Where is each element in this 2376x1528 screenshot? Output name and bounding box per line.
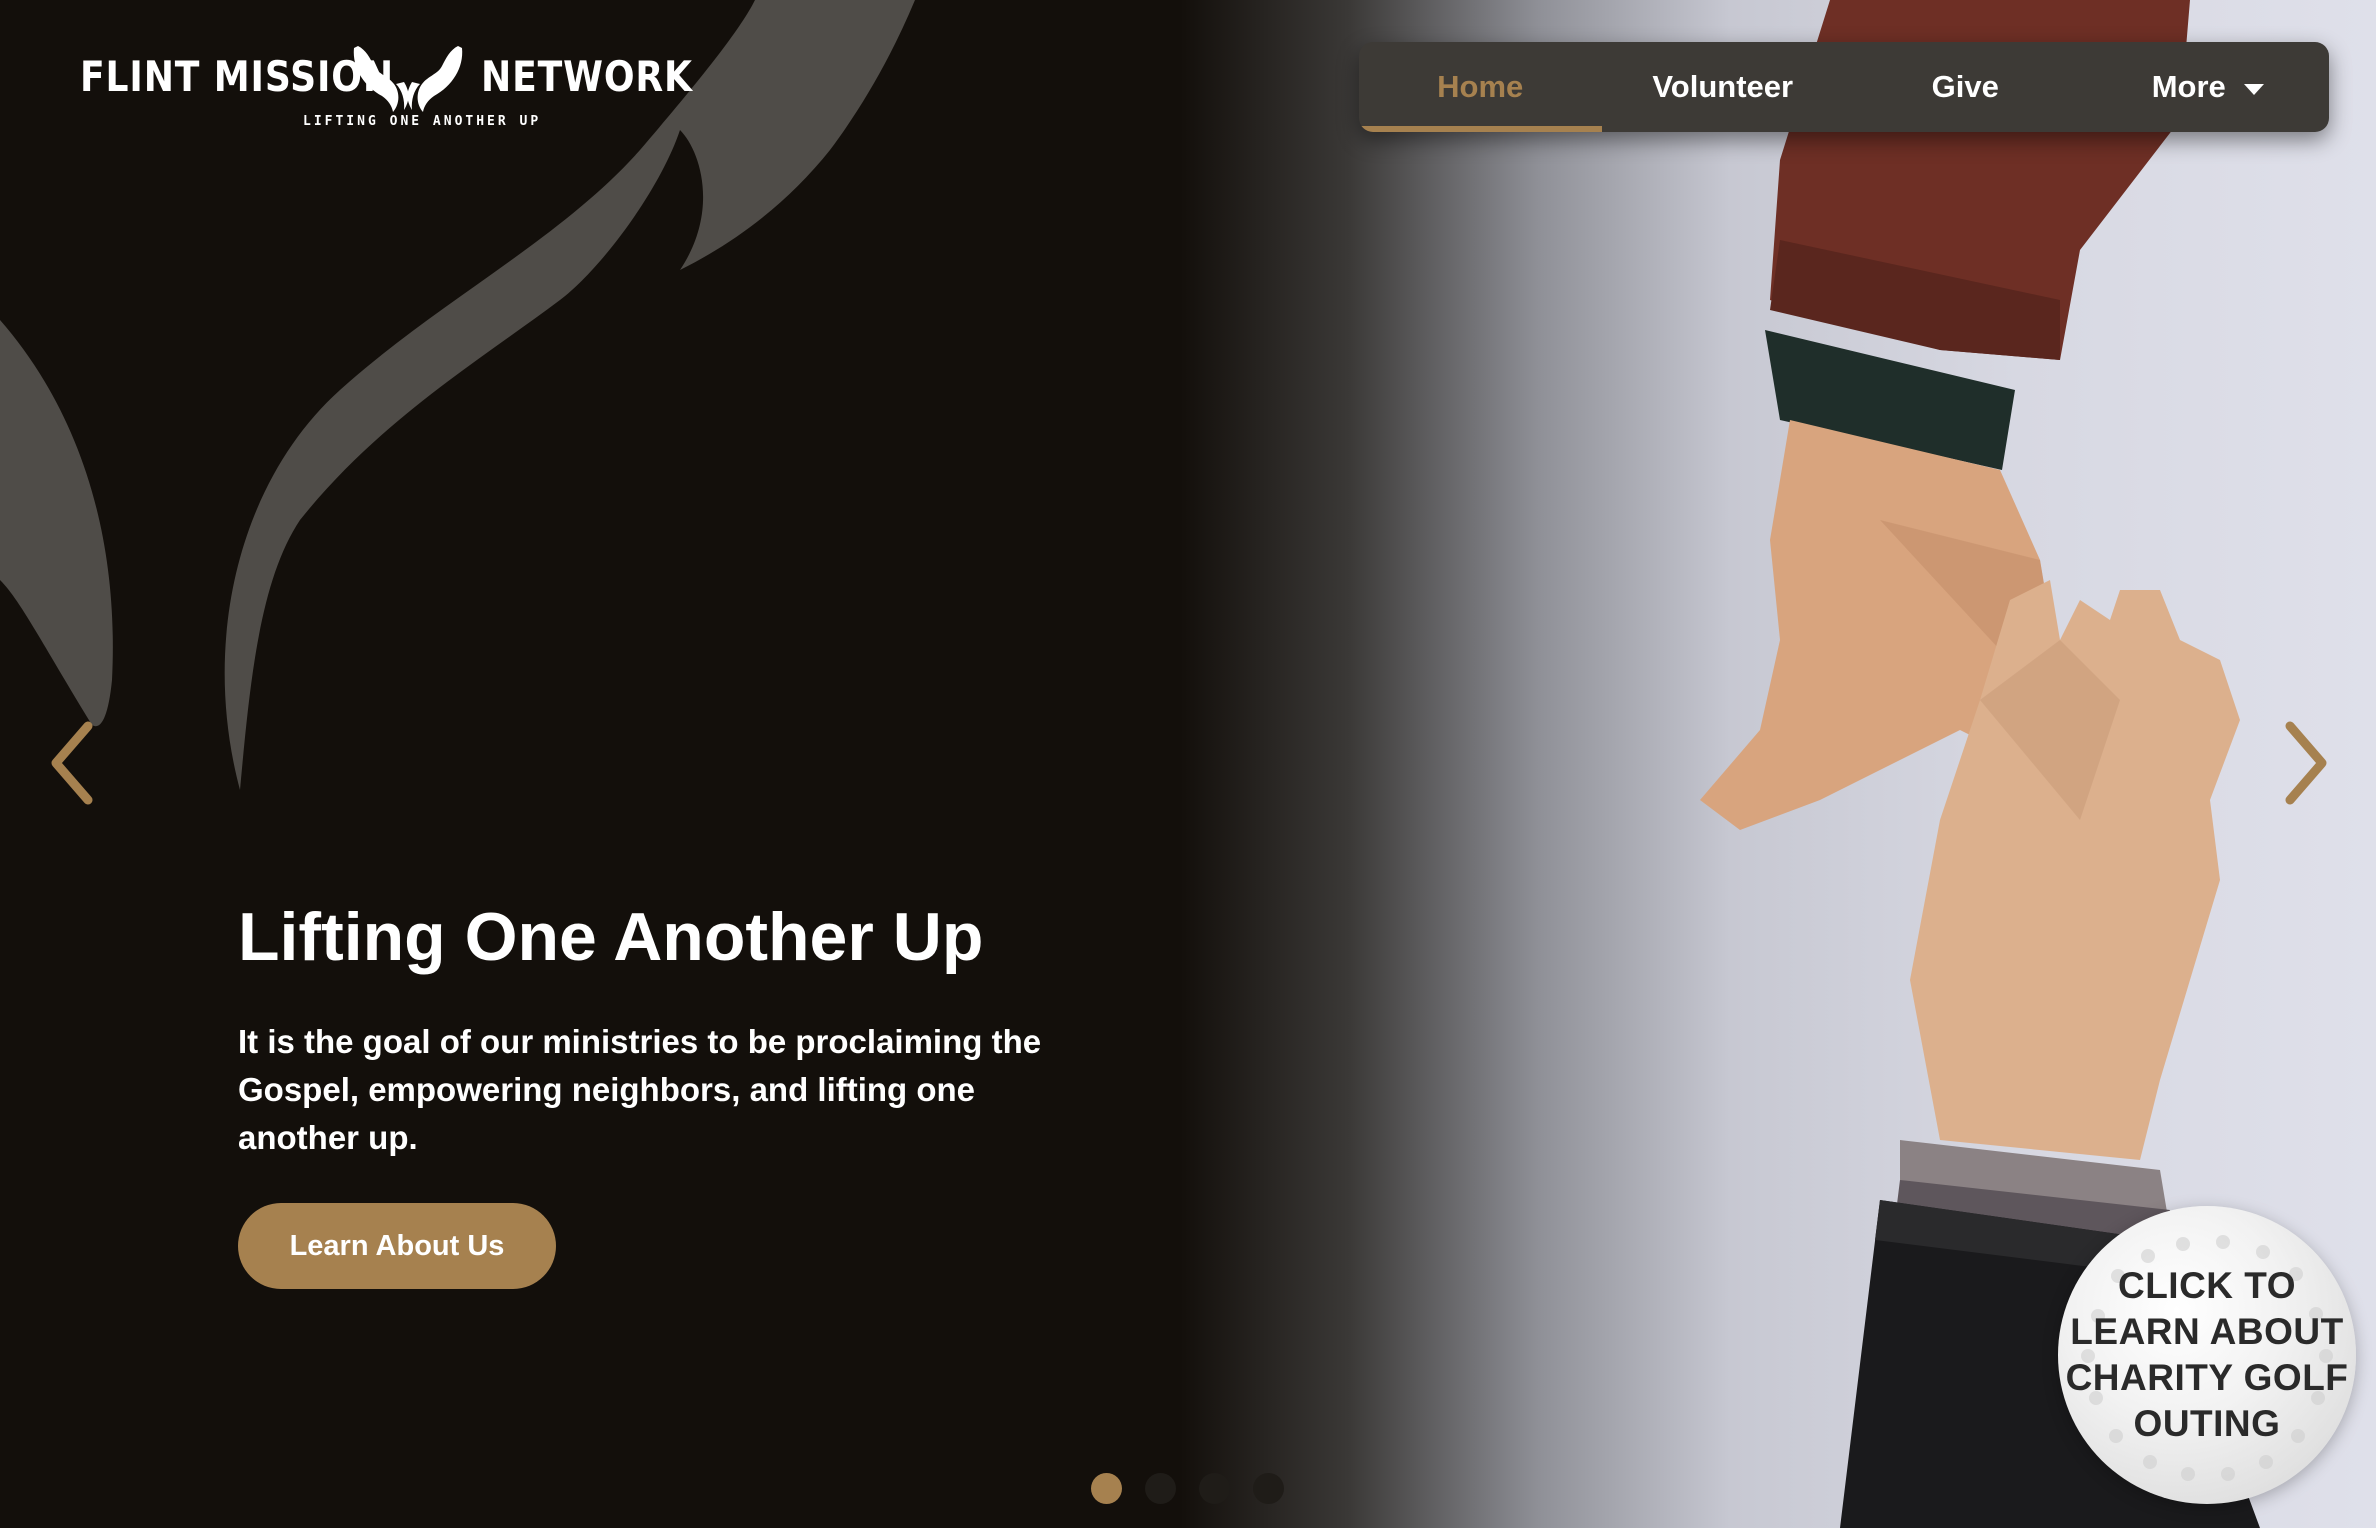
slide-dot-2[interactable] xyxy=(1145,1473,1176,1504)
hero-slider: FLINT MISSION NETWORK LIFTING ONE ANOTHE… xyxy=(0,0,2376,1528)
chevron-right-icon[interactable] xyxy=(2276,718,2336,808)
caret-down-icon xyxy=(2243,83,2264,95)
nav-item-label: More xyxy=(2151,69,2226,104)
nav-item-more[interactable]: More xyxy=(2087,42,2330,132)
charity-golf-outing-badge[interactable]: CLICK TO LEARN ABOUT CHARITY GOLF OUTING xyxy=(2058,1206,2356,1504)
hero-headline: Lifting One Another Up xyxy=(238,899,984,975)
logo-left-word: FLINT MISSION xyxy=(80,52,394,101)
hero-subtext: It is the goal of our ministries to be p… xyxy=(238,1023,1042,1156)
nav-item-label: Volunteer xyxy=(1652,69,1794,104)
nav-item-label: Home xyxy=(1437,69,1524,104)
main-nav: Home Volunteer Give More xyxy=(1359,42,2329,132)
badge-line-4: OUTING xyxy=(2133,1403,2281,1444)
nav-item-volunteer[interactable]: Volunteer xyxy=(1602,42,1845,132)
site-logo[interactable]: FLINT MISSION NETWORK LIFTING ONE ANOTHE… xyxy=(80,44,692,134)
logo-tagline: LIFTING ONE ANOTHER UP xyxy=(303,114,542,129)
badge-line-1: CLICK TO xyxy=(2117,1265,2297,1306)
logo-right-word: NETWORK xyxy=(481,52,693,101)
slide-dot-1[interactable] xyxy=(1091,1473,1122,1504)
badge-line-2: LEARN ABOUT xyxy=(2070,1311,2344,1352)
badge-line-3: CHARITY GOLF xyxy=(2065,1357,2349,1398)
nav-item-label: Give xyxy=(1931,69,1999,104)
slide-indicators xyxy=(1091,1473,1284,1504)
slide-dot-4[interactable] xyxy=(1253,1473,1284,1504)
nav-item-give[interactable]: Give xyxy=(1844,42,2087,132)
nav-item-home[interactable]: Home xyxy=(1359,42,1602,132)
chevron-left-icon[interactable] xyxy=(42,718,102,808)
learn-about-us-button[interactable]: Learn About Us xyxy=(238,1203,556,1289)
slide-dot-3[interactable] xyxy=(1199,1473,1230,1504)
hands-lifting-icon xyxy=(353,46,463,112)
